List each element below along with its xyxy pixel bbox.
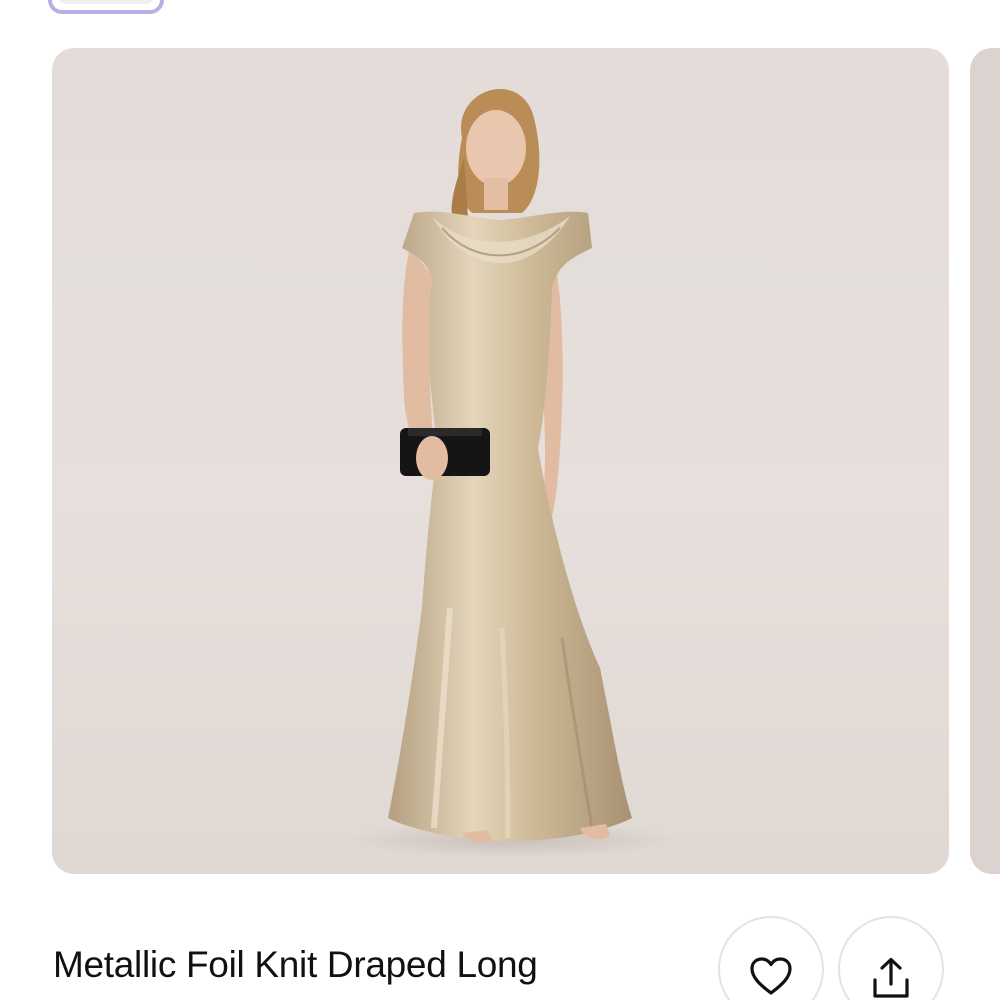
share-button[interactable] xyxy=(838,916,944,1000)
share-icon xyxy=(873,957,909,998)
product-title: Metallic Foil Knit Draped Long xyxy=(53,944,538,985)
heart-icon xyxy=(750,957,792,995)
favorite-button[interactable] xyxy=(718,916,824,1000)
product-page: Metallic Foil Knit Draped Long xyxy=(0,0,1000,1000)
product-image-carousel[interactable] xyxy=(0,0,1000,890)
product-image-main[interactable] xyxy=(52,48,949,874)
product-photo xyxy=(342,89,682,858)
product-header: Metallic Foil Knit Draped Long xyxy=(0,900,1000,1000)
product-image-next[interactable] xyxy=(970,48,1000,874)
